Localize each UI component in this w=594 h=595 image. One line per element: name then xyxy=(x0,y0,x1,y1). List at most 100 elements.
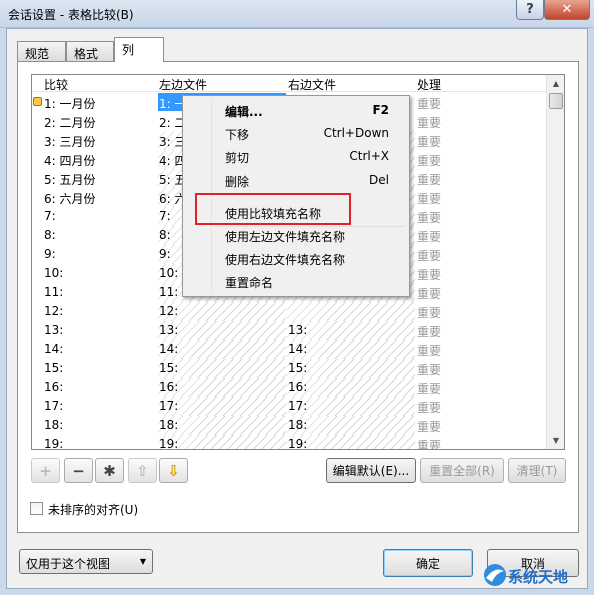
action-cell[interactable]: 重要 xyxy=(417,95,441,112)
reset-all-button[interactable]: 重置全部(R) xyxy=(420,458,504,483)
right-file-cell[interactable]: 16: xyxy=(288,380,307,394)
clean-button[interactable]: 清理(T) xyxy=(508,458,566,483)
action-cell[interactable]: 重要 xyxy=(417,228,441,245)
remove-column-button[interactable]: − xyxy=(64,458,93,483)
compare-cell[interactable]: 2: 二月份 xyxy=(44,114,96,131)
compare-cell[interactable]: 10: xyxy=(44,266,63,280)
compare-cell[interactable]: 8: xyxy=(44,228,56,242)
left-file-cell[interactable]: 10: xyxy=(159,266,178,280)
compare-cell[interactable]: 19: xyxy=(44,437,63,449)
scroll-down-icon[interactable]: ▼ xyxy=(547,432,564,449)
tab-normal[interactable]: 规范 xyxy=(17,41,66,61)
compare-cell[interactable]: 4: 四月份 xyxy=(44,152,96,169)
vertical-scrollbar[interactable]: ▲ ▼ xyxy=(546,75,564,449)
left-file-cell[interactable]: 19: xyxy=(159,437,178,449)
menu-item-cut[interactable]: 剪切 Ctrl+X xyxy=(185,146,407,168)
unsorted-align-label[interactable]: 未排序的对齐(U) xyxy=(48,501,138,518)
left-file-cell[interactable]: 17: xyxy=(159,399,178,413)
compare-cell[interactable]: 14: xyxy=(44,342,63,356)
menu-item-move-down[interactable]: 下移 Ctrl+Down xyxy=(185,123,407,145)
menu-item-edit[interactable]: 编辑... F2 xyxy=(185,100,407,122)
compare-cell[interactable]: 12: xyxy=(44,304,63,318)
action-cell[interactable]: 重要 xyxy=(417,285,441,302)
compare-cell[interactable]: 5: 五月份 xyxy=(44,171,96,188)
compare-cell[interactable]: 7: xyxy=(44,209,56,223)
view-scope-select[interactable]: 仅用于这个视图 ▼ xyxy=(19,549,153,574)
table-row[interactable]: 14: 14: 14: 重要 xyxy=(32,340,546,359)
scroll-up-icon[interactable]: ▲ xyxy=(547,75,564,92)
table-row[interactable]: 12: 12: 重要 xyxy=(32,302,546,321)
action-cell[interactable]: 重要 xyxy=(417,418,441,435)
unsorted-align-checkbox[interactable] xyxy=(30,502,43,515)
add-column-button[interactable]: + xyxy=(31,458,60,483)
close-button[interactable]: ✕ xyxy=(544,0,590,20)
left-file-cell[interactable]: 16: xyxy=(159,380,178,394)
header-left-file[interactable]: 左边文件 xyxy=(159,76,207,93)
tab-column[interactable]: 列 xyxy=(114,37,164,62)
move-down-button[interactable]: ⇩ xyxy=(159,458,188,483)
compare-cell[interactable]: 9: xyxy=(44,247,56,261)
ok-button[interactable]: 确定 xyxy=(383,549,473,577)
left-file-cell[interactable]: 18: xyxy=(159,418,178,432)
tab-label: 规范 xyxy=(25,47,50,61)
compare-cell[interactable]: 16: xyxy=(44,380,63,394)
action-cell[interactable]: 重要 xyxy=(417,437,441,449)
right-file-cell[interactable]: 17: xyxy=(288,399,307,413)
table-row[interactable]: 15: 15: 15: 重要 xyxy=(32,359,546,378)
compare-cell[interactable]: 18: xyxy=(44,418,63,432)
table-row[interactable]: 19: 19: 19: 重要 xyxy=(32,435,546,449)
right-file-cell[interactable]: 19: xyxy=(288,437,307,449)
menu-item-delete[interactable]: 删除 Del xyxy=(185,170,407,192)
column-settings-button[interactable]: ✱ xyxy=(95,458,124,483)
compare-cell[interactable]: 17: xyxy=(44,399,63,413)
menu-item-fill-from-right[interactable]: 使用右边文件填充名称 xyxy=(185,248,407,270)
action-cell[interactable]: 重要 xyxy=(417,323,441,340)
action-cell[interactable]: 重要 xyxy=(417,399,441,416)
action-cell[interactable]: 重要 xyxy=(417,380,441,397)
edit-default-button[interactable]: 编辑默认(E)... xyxy=(326,458,416,483)
minus-icon: − xyxy=(72,461,85,480)
move-up-button[interactable]: ⇧ xyxy=(128,458,157,483)
action-cell[interactable]: 重要 xyxy=(417,247,441,264)
right-file-cell[interactable]: 18: xyxy=(288,418,307,432)
right-file-cell[interactable]: 13: xyxy=(288,323,307,337)
action-cell[interactable]: 重要 xyxy=(417,304,441,321)
header-action[interactable]: 处理 xyxy=(417,76,441,93)
table-row[interactable]: 18: 18: 18: 重要 xyxy=(32,416,546,435)
action-cell[interactable]: 重要 xyxy=(417,342,441,359)
header-right-file[interactable]: 右边文件 xyxy=(288,76,336,93)
table-row[interactable]: 16: 16: 16: 重要 xyxy=(32,378,546,397)
left-file-cell[interactable]: 7: xyxy=(159,209,171,223)
header-compare[interactable]: 比较 xyxy=(44,76,68,93)
scroll-thumb[interactable] xyxy=(549,93,563,109)
action-cell[interactable]: 重要 xyxy=(417,152,441,169)
action-cell[interactable]: 重要 xyxy=(417,266,441,283)
help-button[interactable]: ? xyxy=(516,0,544,20)
left-file-cell[interactable]: 11: xyxy=(159,285,178,299)
right-file-cell[interactable]: 15: xyxy=(288,361,307,375)
action-cell[interactable]: 重要 xyxy=(417,114,441,131)
action-cell[interactable]: 重要 xyxy=(417,133,441,150)
action-cell[interactable]: 重要 xyxy=(417,209,441,226)
left-file-cell[interactable]: 8: xyxy=(159,228,171,242)
left-file-cell[interactable]: 12: xyxy=(159,304,178,318)
menu-item-reset-names[interactable]: 重置命名 xyxy=(185,271,407,293)
left-file-cell[interactable]: 14: xyxy=(159,342,178,356)
left-file-cell[interactable]: 9: xyxy=(159,247,171,261)
left-file-cell[interactable]: 15: xyxy=(159,361,178,375)
menu-item-fill-from-left[interactable]: 使用左边文件填充名称 xyxy=(185,225,407,247)
action-cell[interactable]: 重要 xyxy=(417,190,441,207)
compare-cell[interactable]: 6: 六月份 xyxy=(44,190,96,207)
compare-cell[interactable]: 3: 三月份 xyxy=(44,133,96,150)
table-row[interactable]: 13: 13: 13: 重要 xyxy=(32,321,546,340)
action-cell[interactable]: 重要 xyxy=(417,171,441,188)
tab-format[interactable]: 格式 xyxy=(66,41,114,61)
compare-cell[interactable]: 13: xyxy=(44,323,63,337)
compare-cell[interactable]: 11: xyxy=(44,285,63,299)
compare-cell[interactable]: 15: xyxy=(44,361,63,375)
action-cell[interactable]: 重要 xyxy=(417,361,441,378)
table-row[interactable]: 17: 17: 17: 重要 xyxy=(32,397,546,416)
right-file-cell[interactable]: 14: xyxy=(288,342,307,356)
left-file-cell[interactable]: 13: xyxy=(159,323,178,337)
compare-cell[interactable]: 1: 一月份 xyxy=(44,95,96,112)
